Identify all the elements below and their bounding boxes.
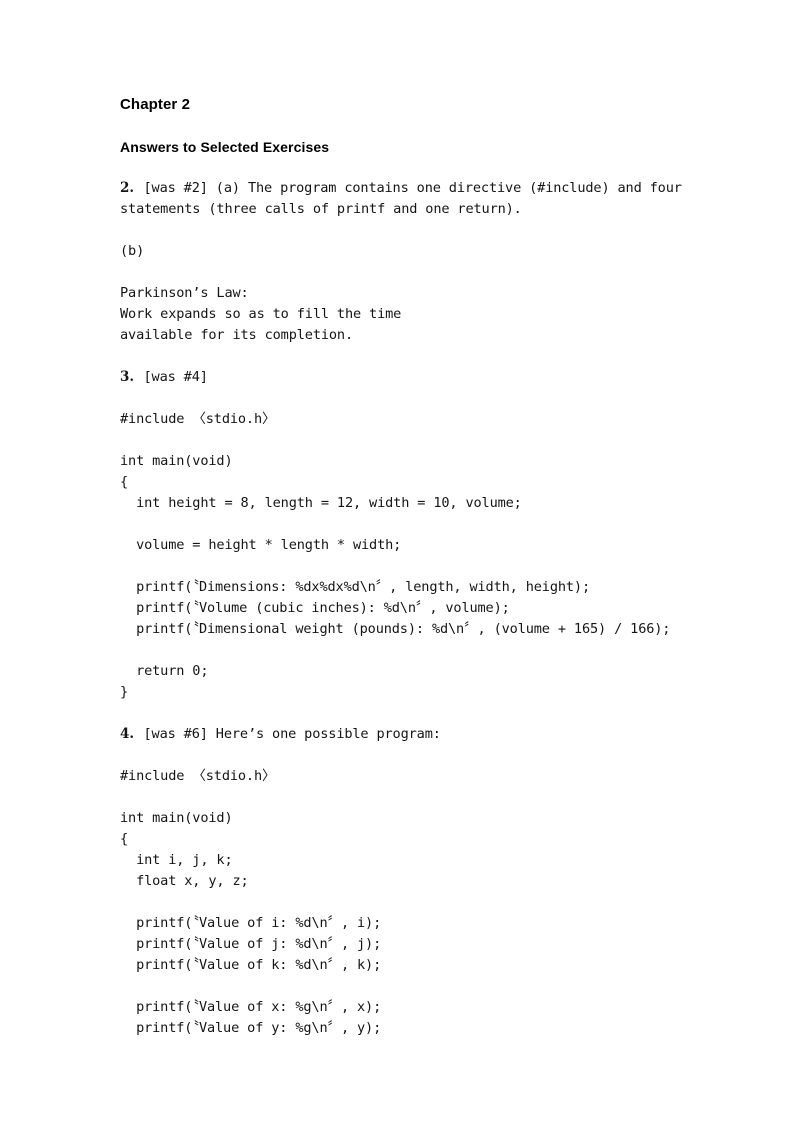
answer-number-3: 3.: [120, 369, 144, 385]
answer-number-4: 4.: [120, 726, 144, 742]
code-block-program-1: int main(void) { int height = 8, length …: [120, 453, 671, 700]
answer-item-3: 3. [was #4]: [120, 367, 720, 388]
section-heading: Answers to Selected Exercises: [120, 139, 330, 155]
code-block-program-2: int main(void) { int i, j, k; float x, y…: [120, 810, 382, 1036]
code-include-directive-2: #include 〈stdio.h〉: [120, 768, 276, 784]
answer-number-2: 2.: [120, 180, 144, 196]
answer-text-2: [was #2] (a) The program contains one di…: [120, 180, 690, 217]
part-b-label: (b): [120, 243, 145, 259]
code-include-directive-1: #include 〈stdio.h〉: [120, 411, 276, 427]
document-page: Chapter 2 Answers to Selected Exercises …: [0, 0, 793, 1122]
answer-text-4: [was #6] Here’s one possible program:: [143, 726, 441, 742]
document-content: Chapter 2 Answers to Selected Exercises …: [120, 96, 720, 1060]
answer-item-4: 4. [was #6] Here’s one possible program:: [120, 724, 720, 745]
answer-item-2: 2. [was #2] (a) The program contains one…: [120, 178, 720, 220]
answer-text-3: [was #4]: [143, 369, 208, 385]
parkinsons-law-quote: Parkinson’s Law: Work expands so as to f…: [120, 285, 402, 343]
page-title: Chapter 2: [120, 96, 191, 113]
